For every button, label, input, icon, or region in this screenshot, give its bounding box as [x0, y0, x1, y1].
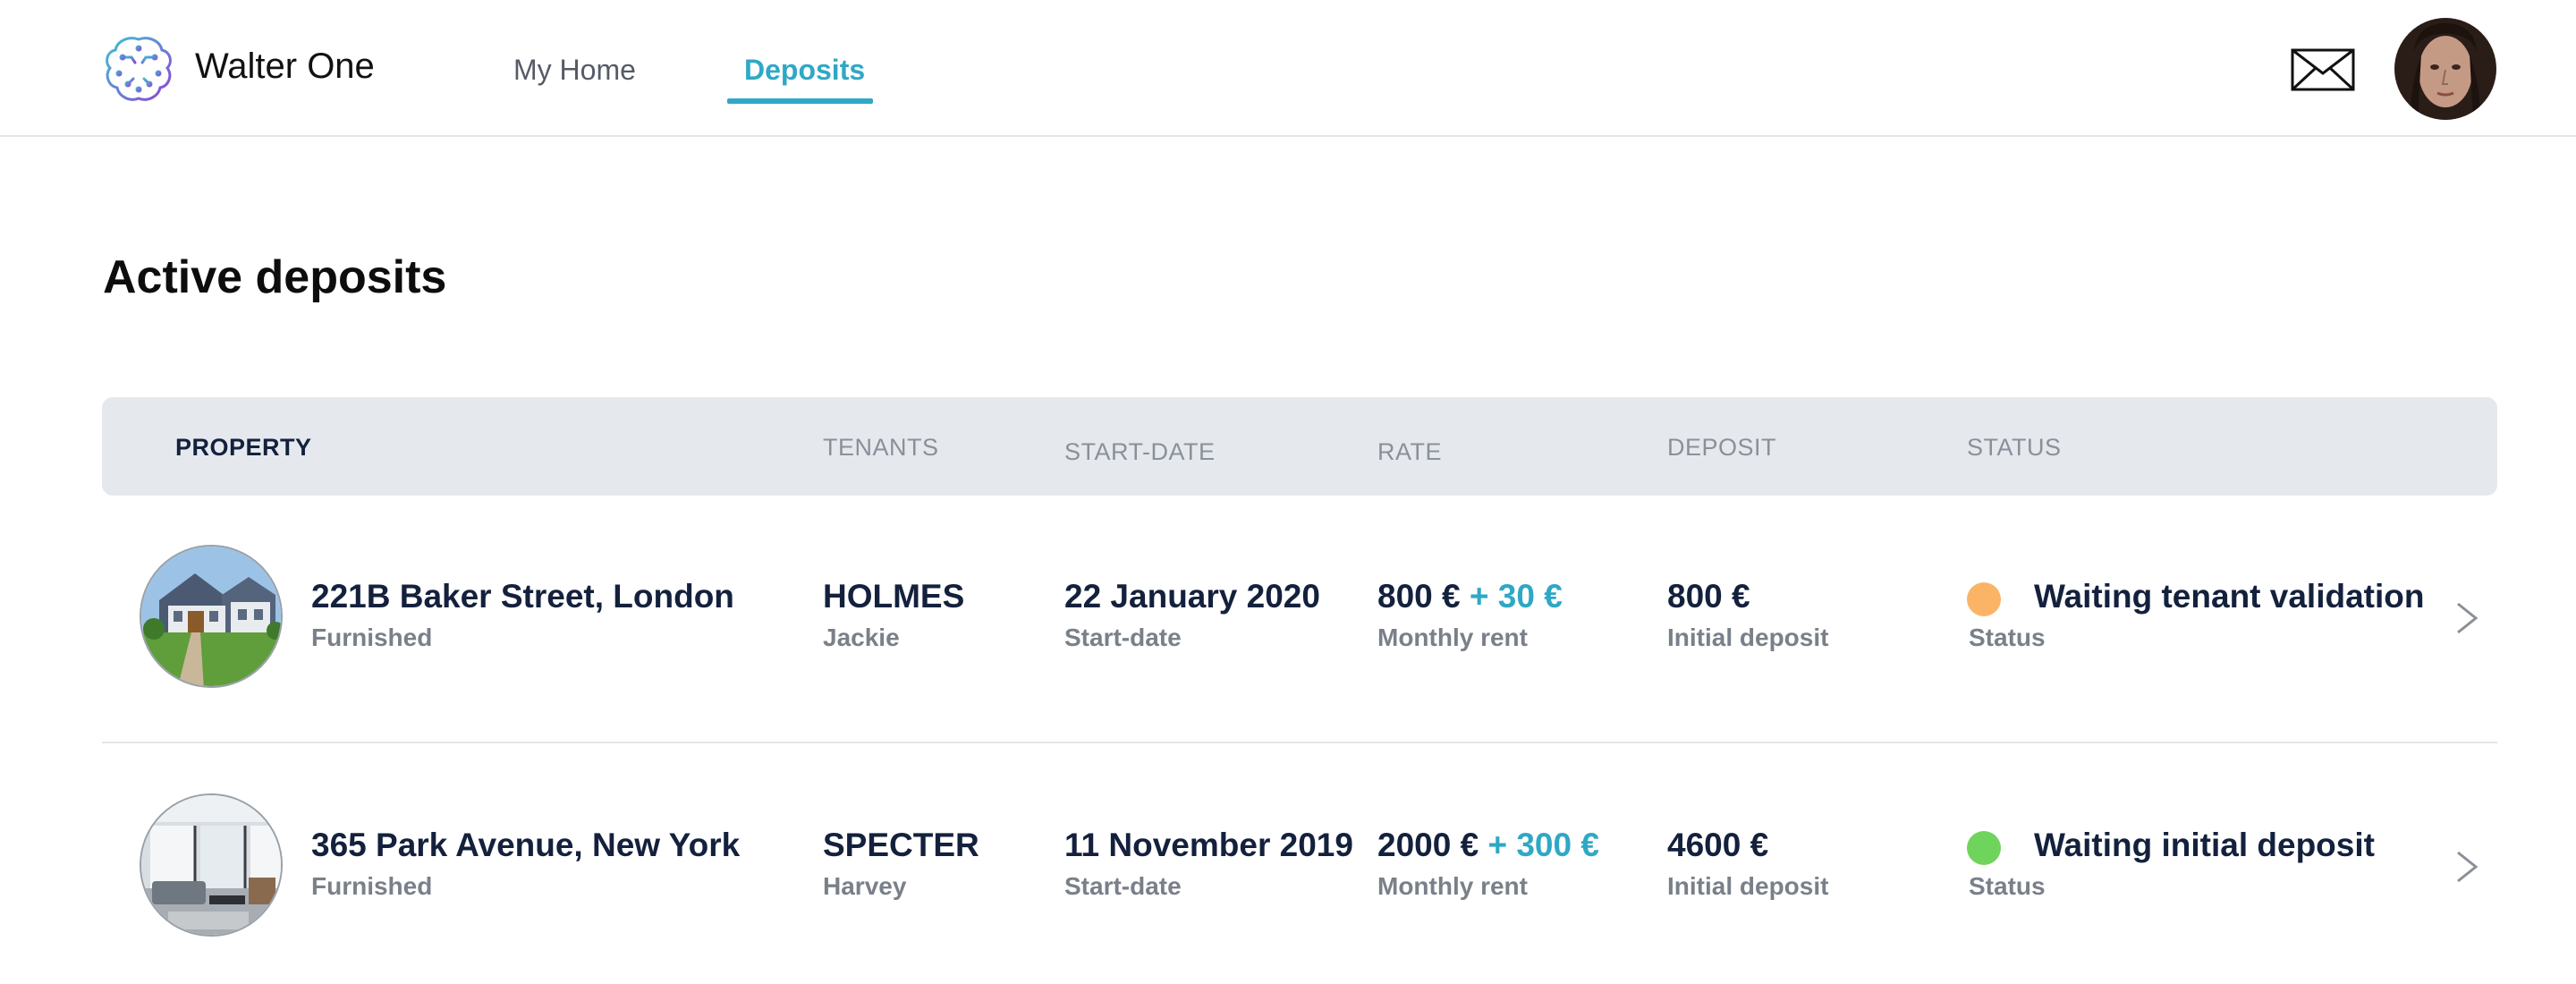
- rate-value: 2000 € + 300 €: [1377, 827, 1599, 864]
- status-indicator-dot: [1967, 582, 2001, 616]
- active-tab-indicator: [727, 98, 873, 104]
- mail-icon[interactable]: [2291, 48, 2355, 91]
- column-header-deposit[interactable]: DEPOSIT: [1667, 434, 1776, 462]
- nav-tab-my-home[interactable]: My Home: [513, 54, 636, 87]
- rent-charges-amount: + 300 €: [1487, 827, 1599, 863]
- nav-tab-deposits[interactable]: Deposits: [744, 54, 865, 87]
- column-header-start-date[interactable]: START-DATE: [1064, 438, 1216, 466]
- status-label: Status: [1969, 872, 2046, 900]
- chevron-right-icon[interactable]: [2454, 849, 2479, 885]
- rate-label: Monthly rent: [1377, 872, 1528, 900]
- property-thumbnail: [140, 545, 283, 688]
- status-value: Waiting tenant validation: [2034, 578, 2425, 615]
- start-date-value: 11 November 2019: [1064, 827, 1353, 863]
- user-avatar[interactable]: [2394, 18, 2496, 120]
- status-indicator-dot: [1967, 831, 2001, 865]
- start-date-label: Start-date: [1064, 623, 1182, 651]
- monthly-rent-amount: 2000 €: [1377, 827, 1479, 863]
- deposit-value: 4600 €: [1667, 827, 1769, 863]
- tenant-last-name: SPECTER: [823, 827, 979, 863]
- property-address: 221B Baker Street, London: [311, 578, 734, 615]
- rate-label: Monthly rent: [1377, 623, 1528, 651]
- property-type: Furnished: [311, 872, 433, 900]
- rate-value: 800 € + 30 €: [1377, 578, 1563, 615]
- deposit-label: Initial deposit: [1667, 872, 1829, 900]
- table-row[interactable]: 365 Park Avenue, New York Furnished SPEC…: [102, 743, 2497, 984]
- start-date-value: 22 January 2020: [1064, 578, 1320, 615]
- property-thumbnail: [140, 793, 283, 937]
- column-header-rate[interactable]: RATE: [1377, 438, 1442, 466]
- deposit-value: 800 €: [1667, 578, 1750, 615]
- chevron-right-icon[interactable]: [2454, 600, 2479, 636]
- page-title: Active deposits: [103, 251, 447, 303]
- brand-name: Walter One: [195, 47, 375, 86]
- table-header: PROPERTY TENANTS START-DATE RATE DEPOSIT…: [102, 397, 2497, 496]
- brain-logo-icon[interactable]: [101, 32, 176, 107]
- property-type: Furnished: [311, 623, 433, 651]
- deposit-label: Initial deposit: [1667, 623, 1829, 651]
- table-row[interactable]: 221B Baker Street, London Furnished HOLM…: [102, 495, 2497, 743]
- top-header: Walter One My Home Deposits: [0, 0, 2576, 137]
- monthly-rent-amount: 800 €: [1377, 578, 1461, 615]
- property-address: 365 Park Avenue, New York: [311, 827, 741, 863]
- column-header-property[interactable]: PROPERTY: [175, 434, 312, 462]
- rent-charges-amount: + 30 €: [1469, 578, 1563, 615]
- start-date-label: Start-date: [1064, 872, 1182, 900]
- column-header-status[interactable]: STATUS: [1967, 434, 2062, 462]
- tenant-last-name: HOLMES: [823, 578, 965, 615]
- column-header-tenants[interactable]: TENANTS: [823, 434, 939, 462]
- tenant-first-name: Jackie: [823, 623, 900, 651]
- status-label: Status: [1969, 623, 2046, 651]
- status-value: Waiting initial deposit: [2034, 827, 2375, 863]
- tenant-first-name: Harvey: [823, 872, 907, 900]
